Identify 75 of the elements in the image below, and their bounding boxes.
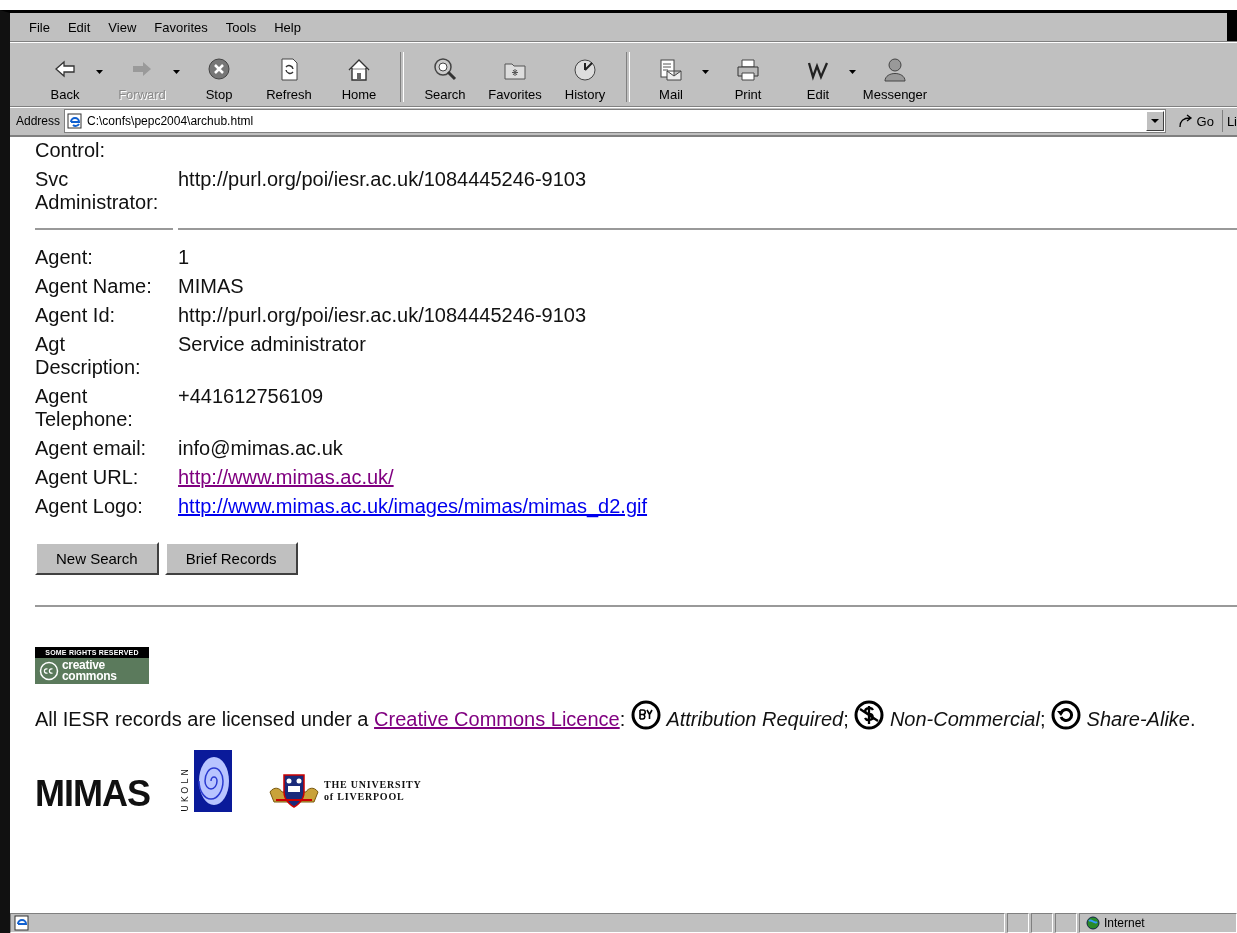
globe-icon [1086,916,1100,930]
dropdown-arrow-icon[interactable] [702,70,709,74]
mimas-logo: MIMAS [35,776,150,812]
toolbar-button[interactable]: Refresh [254,57,324,102]
share-alike-icon [1051,700,1082,730]
field-value: http://purl.org/poi/iesr.ac.uk/1084445246-9103 [178,168,588,192]
printer-icon [735,57,761,83]
field-label: Agent: [35,246,94,269]
curved-arrow-icon [1177,114,1194,128]
mail-icon [658,57,684,83]
no-dollar-icon [854,700,885,730]
licence-link[interactable]: Creative Commons Licence [374,708,620,730]
field-label: Svc Administrator: [35,168,160,214]
value-link[interactable]: http://www.mimas.ac.uk/ [178,466,394,488]
field-label: Agt Description: [35,333,142,379]
form-button[interactable]: Brief Records [164,542,298,575]
menu-item[interactable]: Tools [218,17,264,37]
form-button[interactable]: New Search [35,542,159,575]
toolbar-button[interactable]: Back [30,57,100,102]
person-icon [882,57,908,83]
dropdown-arrow-icon[interactable] [173,70,180,74]
menu-item[interactable]: Favorites [147,17,215,37]
go-button[interactable]: Go [1169,110,1223,132]
stop-icon [206,57,232,83]
toolbar-button[interactable]: Mail [636,57,706,102]
attribution-icon [630,700,661,730]
university-logo-text: THE UNIVERSITY of LIVERPOOL [324,779,422,803]
status-panel [1031,913,1053,933]
menu-item[interactable]: Edit [60,17,98,37]
field-label: Agent Telephone: [35,385,134,431]
value-link[interactable]: http://www.mimas.ac.uk/images/mimas/mimas_d2.gif [178,495,648,517]
field-label: Agent Logo: [35,495,144,518]
field-value: info@mimas.ac.uk [178,437,344,460]
menu-item[interactable]: Help [267,17,308,37]
field-label: Agent Name: [35,275,153,298]
page-icon [14,915,30,931]
field-value: MIMAS [178,275,245,298]
zone-label: Internet [1104,916,1145,930]
field-label: Agent Id: [35,304,117,327]
ukoln-logo-text: UKOLN [180,766,190,812]
field-value: +441612756109 [178,385,325,409]
toolbar-button[interactable]: Stop [184,57,254,102]
toolbar-button[interactable]: Print [713,57,783,102]
clock-icon [572,57,598,83]
links-toolbar[interactable]: Li [1226,113,1237,129]
menu-item[interactable]: View [101,17,144,37]
toolbar-button[interactable]: Messenger [860,57,930,102]
search-icon [432,57,458,83]
toolbar-button[interactable]: History [550,57,620,102]
dropdown-button[interactable] [1145,111,1164,131]
toolbar-button[interactable]: Favorites [480,57,550,102]
badge-wordmark: creative commons [62,660,117,682]
menu-item[interactable]: File [22,17,57,37]
toolbar-button[interactable]: Edit [783,57,853,102]
spiral-logo-icon [194,750,232,812]
dropdown-arrow-icon[interactable] [849,70,856,74]
field-label: Agent URL: [35,466,140,489]
toolbar-button[interactable]: Search [410,57,480,102]
toolbar-button[interactable]: Home [324,57,394,102]
status-panel [1055,913,1077,933]
page-icon [67,113,84,129]
field-value: Service administrator [178,333,367,357]
field-value: 1 [178,246,191,269]
address-field[interactable]: C:\confs\pepc2004\archub.html [64,109,1166,133]
field-label: Control: [35,139,107,162]
field-label: Agent email: [35,437,148,460]
home-icon [346,57,372,83]
dropdown-arrow-icon[interactable] [96,70,103,74]
status-panel [1007,913,1029,933]
address-label: Address [16,114,61,128]
caret-icon [1150,119,1159,123]
cc-icon [39,661,59,681]
crest-icon [268,772,320,810]
licence-text: All IESR records are licensed under a Creative Commons Licence: Attribution Required; Non-Commercial; Share-Alike. [35,700,1215,734]
field-value: http://purl.org/poi/iesr.ac.uk/1084445246-9103 [178,304,588,327]
